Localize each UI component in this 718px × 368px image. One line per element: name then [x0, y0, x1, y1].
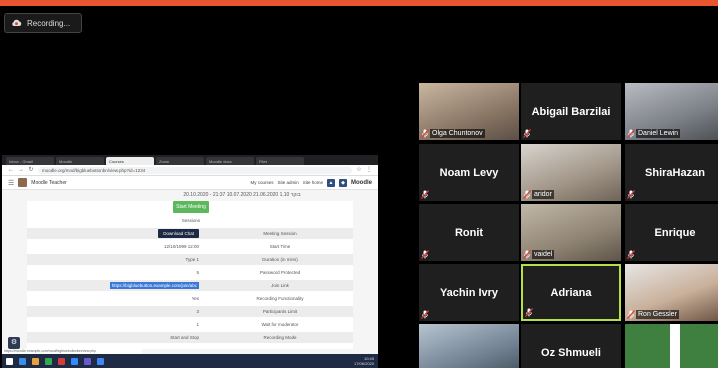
mic-muted-icon — [523, 250, 531, 259]
browser-tab[interactable]: Moodle — [56, 157, 104, 165]
table-row: Start and Stop Recording Mode — [27, 332, 353, 343]
participant-name: Olga Chuntonov — [430, 129, 485, 138]
shared-screen[interactable]: Inbox - Gmail Moodle Courses Zoom Moodle… — [2, 155, 378, 368]
browser-tab[interactable]: Moodle docs — [206, 157, 254, 165]
settings-gear-button[interactable]: ⚙ — [8, 337, 20, 349]
join-link[interactable]: https://bigbluebutton.example.com/join/a… — [109, 282, 199, 289]
menu-dots-icon[interactable]: ⋮ — [366, 167, 372, 173]
menu-item[interactable]: Site admin — [277, 180, 298, 185]
table-row: 5 Password Protected — [196, 270, 301, 275]
recording-indicator[interactable]: Recording... — [4, 13, 82, 33]
participant-tile[interactable]: Oz Shmueli — [521, 324, 621, 368]
start-meeting-button[interactable]: Start Meeting — [173, 201, 209, 213]
participant-name: Abigail Barzilai — [531, 105, 611, 118]
bell-icon[interactable]: ▲ — [327, 178, 335, 187]
mic-muted-icon — [421, 129, 429, 138]
table-row: Download Chat Meeting Session — [27, 228, 353, 239]
participant-name: Ronit — [454, 226, 484, 239]
participant-tile[interactable]: vaidel — [521, 204, 621, 261]
back-icon[interactable]: ← — [8, 167, 14, 173]
participant-name: Noam Levy — [439, 166, 499, 179]
taskbar-clock: 10:45 17/06/2020 — [353, 356, 374, 366]
moodle-header: ☰ Moodle Teacher My courses Site admin S… — [2, 176, 378, 190]
app-icon[interactable] — [58, 357, 65, 365]
table-row: https://bigbluebutton.example.com/join/a… — [27, 280, 353, 291]
search-icon[interactable] — [19, 357, 26, 365]
participant-tile[interactable]: aridor — [521, 144, 621, 201]
cloud-record-icon — [11, 19, 22, 27]
folder-icon[interactable] — [32, 357, 39, 365]
participant-name: aridor — [532, 190, 554, 199]
table-row: Type 1 Duration (in mins) — [27, 254, 353, 265]
participant-tile[interactable]: Adriana — [521, 264, 621, 321]
top-accent-bar — [0, 0, 718, 6]
word-icon[interactable] — [97, 357, 104, 365]
participant-video — [625, 324, 718, 368]
chrome-icon[interactable] — [45, 357, 52, 365]
participant-video — [419, 324, 519, 368]
participant-name: ShiraHazan — [645, 166, 705, 179]
windows-taskbar: 10:45 17/06/2020 — [2, 354, 378, 368]
forward-icon[interactable]: → — [18, 167, 24, 173]
participant-tile[interactable]: Ronit — [419, 204, 519, 261]
mic-muted-icon — [421, 310, 429, 319]
participant-name: Yachin Ivry — [439, 286, 499, 299]
menu-item[interactable]: My courses — [250, 180, 273, 185]
avatar[interactable] — [18, 178, 28, 187]
mic-muted-icon — [523, 190, 531, 199]
mic-muted-icon — [421, 190, 429, 199]
table-row: 12/10/1999 12:00 Start Time — [163, 244, 291, 249]
participant-name: Ron Gessler — [636, 310, 679, 319]
mic-muted-icon — [525, 308, 533, 317]
participant-tile[interactable] — [419, 324, 519, 368]
start-icon[interactable] — [6, 357, 13, 365]
browser-url-bar: ← → ↻ moodle.org/mod/bigbluebuttonbn/vie… — [2, 165, 378, 176]
participant-tile[interactable] — [625, 324, 718, 368]
mic-muted-icon — [627, 190, 635, 199]
mic-muted-icon — [627, 250, 635, 259]
reload-icon[interactable]: ↻ — [28, 167, 34, 173]
mic-muted-icon — [627, 310, 635, 319]
participant-tile[interactable]: Olga Chuntonov — [419, 83, 519, 140]
recording-label: Recording... — [27, 18, 71, 28]
participant-name: Oz Shmueli — [541, 346, 601, 359]
url-field[interactable]: moodle.org/mod/bigbluebuttonbn/view.php?… — [38, 166, 352, 174]
date-range-line: 20.10.2020 - 21:37 בוקר 1.10 21.06.2020 … — [183, 192, 301, 198]
table-row: 3 Participants Limit — [27, 306, 353, 317]
participant-tile[interactable]: Noam Levy — [419, 144, 519, 201]
participant-tile[interactable]: Enrique — [625, 204, 718, 261]
moodle-logo: Moodle — [351, 179, 372, 186]
star-icon[interactable]: ☆ — [356, 167, 362, 173]
browser-tab-bar: Inbox - Gmail Moodle Courses Zoom Moodle… — [2, 155, 378, 165]
meeting-panel: Start Meeting Sessions Download Chat Mee… — [27, 201, 353, 349]
zoom-icon[interactable] — [71, 357, 78, 365]
participant-name: Daniel Lewin — [636, 129, 681, 138]
participant-tile[interactable]: Ron Gessler — [625, 264, 718, 321]
app-icon[interactable] — [84, 357, 91, 365]
browser-tab[interactable]: Files — [256, 157, 304, 165]
participant-name: Enrique — [654, 226, 696, 239]
mic-muted-icon — [421, 250, 429, 259]
browser-tab-active[interactable]: Courses — [106, 157, 154, 165]
browser-tab[interactable]: Inbox - Gmail — [6, 157, 54, 165]
table-row: Yes Recording Functionality — [191, 296, 304, 301]
username[interactable]: Moodle Teacher — [31, 180, 67, 186]
participant-tile[interactable]: Abigail Barzilai — [521, 83, 621, 140]
participant-name: Adriana — [550, 286, 592, 299]
hamburger-icon[interactable]: ☰ — [8, 179, 14, 187]
mic-muted-icon — [627, 129, 635, 138]
page-content: 20.10.2020 - 21:37 בוקר 1.10 21.06.2020 … — [2, 191, 378, 349]
participant-tile[interactable]: ShiraHazan — [625, 144, 718, 201]
mic-muted-icon — [523, 129, 531, 138]
participant-tile[interactable]: Yachin Ivry — [419, 264, 519, 321]
download-chat-button[interactable]: Download Chat — [158, 229, 199, 238]
participant-tile[interactable]: Daniel Lewin — [625, 83, 718, 140]
menu-item[interactable]: Site home — [303, 180, 323, 185]
browser-tab[interactable]: Zoom — [156, 157, 204, 165]
chat-icon[interactable]: ◆ — [339, 178, 347, 187]
table-row: 1 Wait for moderator — [196, 322, 299, 327]
participant-name: vaidel — [532, 250, 555, 259]
sessions-label: Sessions — [181, 218, 201, 223]
